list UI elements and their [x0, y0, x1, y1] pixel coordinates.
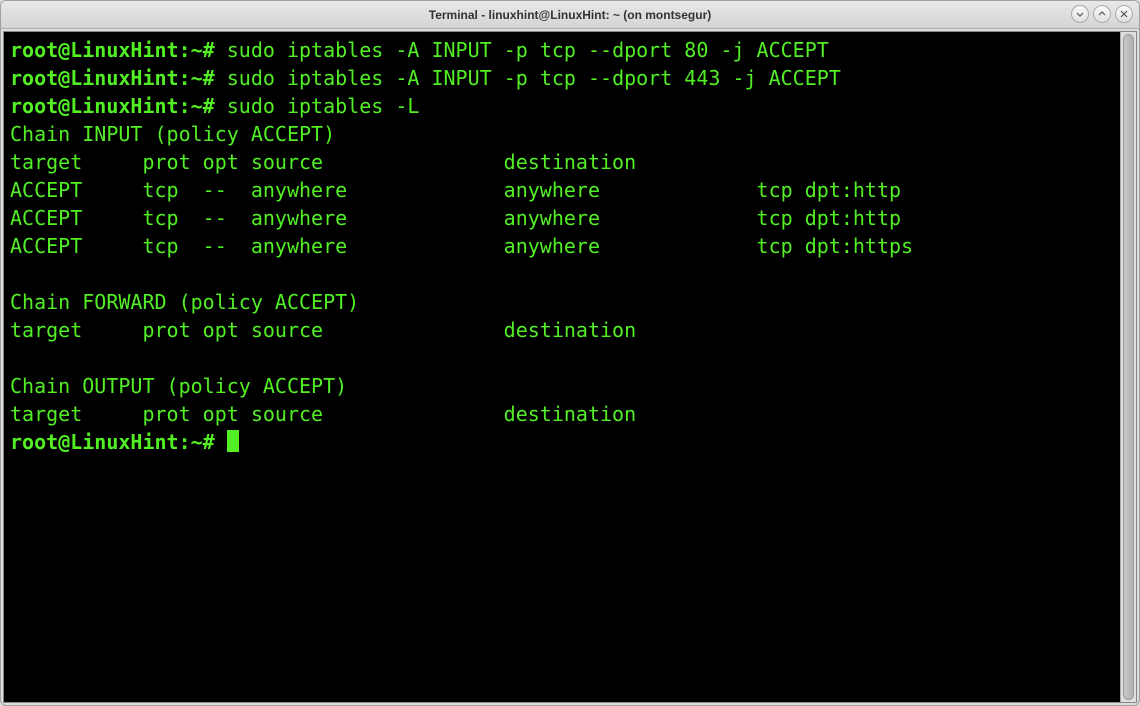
command-text: sudo iptables -A INPUT -p tcp --dport 80… [227, 38, 829, 62]
output-line: Chain OUTPUT (policy ACCEPT) [10, 374, 347, 398]
shell-prompt: root@LinuxHint:~# [10, 430, 227, 454]
scrollbar-thumb[interactable] [1123, 34, 1134, 700]
shell-prompt: root@LinuxHint:~# [10, 94, 227, 118]
minimize-button[interactable] [1071, 5, 1089, 23]
terminal-window: Terminal - linuxhint@LinuxHint: ~ (on mo… [0, 0, 1140, 706]
shell-prompt: root@LinuxHint:~# [10, 38, 227, 62]
close-icon [1120, 10, 1128, 18]
output-line: target prot opt source destination [10, 150, 745, 174]
output-line: target prot opt source destination [10, 318, 745, 342]
titlebar[interactable]: Terminal - linuxhint@LinuxHint: ~ (on mo… [1, 1, 1139, 29]
output-line: target prot opt source destination [10, 402, 745, 426]
cursor [227, 430, 239, 452]
output-line: Chain FORWARD (policy ACCEPT) [10, 290, 359, 314]
terminal-body: root@LinuxHint:~# sudo iptables -A INPUT… [3, 31, 1137, 703]
output-line: Chain INPUT (policy ACCEPT) [10, 122, 335, 146]
terminal-content[interactable]: root@LinuxHint:~# sudo iptables -A INPUT… [4, 32, 1120, 702]
window-title: Terminal - linuxhint@LinuxHint: ~ (on mo… [429, 8, 711, 22]
minimize-icon [1076, 10, 1084, 18]
maximize-button[interactable] [1093, 5, 1111, 23]
output-line: ACCEPT tcp -- anywhere anywhere tcp dpt:… [10, 206, 901, 230]
command-text: sudo iptables -A INPUT -p tcp --dport 44… [227, 66, 841, 90]
command-text: sudo iptables -L [227, 94, 420, 118]
scrollbar[interactable] [1120, 32, 1136, 702]
output-line: ACCEPT tcp -- anywhere anywhere tcp dpt:… [10, 178, 901, 202]
maximize-icon [1098, 10, 1106, 18]
close-button[interactable] [1115, 5, 1133, 23]
shell-prompt: root@LinuxHint:~# [10, 66, 227, 90]
output-line: ACCEPT tcp -- anywhere anywhere tcp dpt:… [10, 234, 913, 258]
window-controls [1071, 5, 1133, 23]
